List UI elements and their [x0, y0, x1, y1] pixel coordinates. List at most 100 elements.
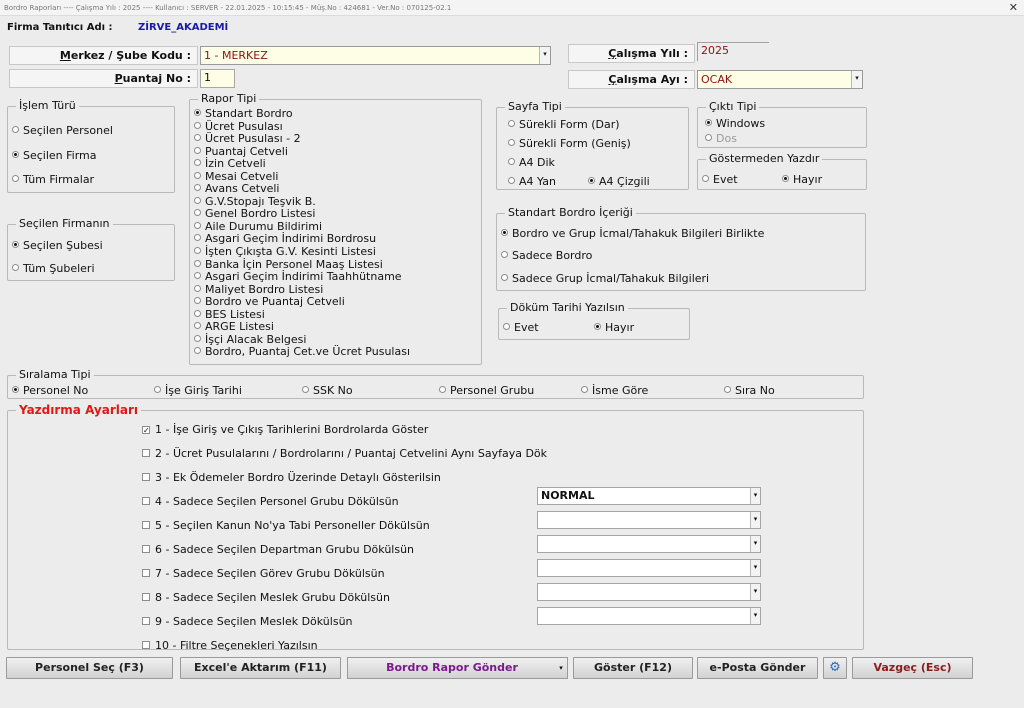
radio-dot-icon — [194, 322, 201, 330]
radio-evet[interactable]: Evet — [702, 173, 738, 186]
radio-bordro-ve-grup-iicmal-tahakuk-bilgileri-birlikte[interactable]: Bordro ve Grup İcmal/Tahakuk Bilgileri B… — [501, 227, 764, 240]
chevron-down-icon[interactable]: ▾ — [556, 658, 566, 678]
siralama-legend: Sıralama Tipi — [16, 368, 94, 381]
radio-dot-icon — [724, 386, 731, 393]
merkez-label: Merkez / Şube Kodu : — [9, 46, 198, 65]
radio-evet[interactable]: Evet — [503, 321, 539, 334]
personel-sec-button[interactable]: Personel Seç (F3) — [6, 657, 173, 679]
checkbox-icon[interactable] — [142, 593, 150, 601]
yazdirma-option-7[interactable]: 7 - Sadece Seçilen Görev Grubu Dökülsün — [142, 567, 385, 580]
radio-secilen-subesi[interactable]: Seçilen Şubesi — [12, 239, 103, 252]
radio-tum-firmalar[interactable]: Tüm Firmalar — [12, 173, 94, 186]
chevron-down-icon[interactable]: ▾ — [851, 71, 862, 88]
checkbox-icon[interactable] — [142, 449, 150, 457]
radio-secilen-firma[interactable]: Seçilen Firma — [12, 149, 97, 162]
settings-gear-icon[interactable]: ⚙ — [823, 657, 847, 679]
rapor-tipi-label: Aile Durumu Bildirimi — [205, 219, 323, 233]
radio-a4-cizgili[interactable]: A4 Çizgili — [588, 175, 650, 188]
radio-label: Tüm Şubeleri — [23, 262, 95, 275]
puantaj-input[interactable]: 1 — [200, 69, 235, 88]
yazdirma-dropdown-7[interactable]: ▾ — [537, 559, 761, 577]
merkez-combo[interactable]: 1 - MERKEZ ▾ — [200, 46, 551, 65]
radio-label: Sıra No — [735, 384, 775, 397]
chevron-down-icon[interactable]: ▾ — [750, 608, 760, 624]
radio-dot-icon — [194, 284, 201, 292]
cikti-tipi-legend: Çıktı Tipi — [706, 100, 760, 113]
radio-ssk-no[interactable]: SSK No — [302, 384, 353, 397]
radio-windows[interactable]: Windows — [705, 117, 765, 130]
chevron-down-icon[interactable]: ▾ — [750, 536, 760, 552]
secilen-firmanin-legend: Seçilen Firmanın — [16, 217, 113, 230]
yazdirma-dropdown-5[interactable]: ▾ — [537, 511, 761, 529]
radio-dot-icon — [705, 134, 712, 141]
radio-dot-icon — [194, 347, 201, 355]
checkbox-icon[interactable] — [142, 641, 150, 649]
checkbox-icon[interactable] — [142, 497, 150, 505]
yazdirma-dropdown-4[interactable]: NORMAL ▾ — [537, 487, 761, 505]
radio-dot-icon — [194, 109, 201, 116]
yazdirma-option-2[interactable]: 2 - Ücret Pusulalarını / Bordrolarını / … — [142, 447, 547, 460]
checkbox-icon[interactable] — [142, 545, 150, 553]
yazdirma-option-1[interactable]: ✓ 1 - İşe Giriş ve Çıkış Tarihlerini Bord… — [142, 423, 428, 436]
yazdirma-option-10[interactable]: 10 - Filtre Seçenekleri Yazılsın — [142, 639, 318, 652]
radio-iise-giris-tarihi[interactable]: İşe Giriş Tarihi — [154, 384, 242, 397]
checkbox-icon[interactable] — [142, 617, 150, 625]
radio-dot-icon — [194, 234, 201, 242]
radio-sira-no[interactable]: Sıra No — [724, 384, 775, 397]
excel-aktarim-button[interactable]: Excel'e Aktarım (F11) — [180, 657, 341, 679]
yazdirma-dropdown-6[interactable]: ▾ — [537, 535, 761, 553]
yazdirma-option-6[interactable]: 6 - Sadece Seçilen Departman Grubu Dökül… — [142, 543, 414, 556]
radio-dot-icon — [705, 119, 712, 126]
yazdirma-option-9[interactable]: 9 - Sadece Seçilen Meslek Dökülsün — [142, 615, 353, 628]
radio-sadece-grup-iicmal-tahakuk-bilgileri[interactable]: Sadece Grup İcmal/Tahakuk Bilgileri — [501, 272, 709, 285]
radio-a4-yan[interactable]: A4 Yan — [508, 175, 556, 188]
yazdirma-option-label: 6 - Sadece Seçilen Departman Grubu Dökül… — [155, 543, 415, 556]
yazdirma-option-8[interactable]: 8 - Sadece Seçilen Meslek Grubu Dökülsün — [142, 591, 390, 604]
chevron-down-icon[interactable]: ▾ — [539, 47, 550, 64]
yazdirma-dropdown-8[interactable]: ▾ — [537, 583, 761, 601]
radio-hayir[interactable]: Hayır — [782, 173, 822, 186]
gostermeden-group: Göstermeden Yazdır Evet Hayır — [697, 152, 867, 190]
radio-tum-subeleri[interactable]: Tüm Şubeleri — [12, 262, 95, 275]
radio-label: Hayır — [605, 321, 635, 334]
calisma-yili-value[interactable]: 2025 — [697, 42, 769, 61]
calisma-ayi-combo[interactable]: OCAK ▾ — [697, 70, 863, 89]
close-icon[interactable]: ✕ — [1009, 1, 1018, 14]
rapor-tipi-label: Bordro ve Puantaj Cetveli — [205, 295, 345, 309]
rapor-tipi-legend: Rapor Tipi — [198, 92, 260, 105]
window-title: Bordro Raporları ---- Çalışma Yılı : 202… — [4, 4, 452, 12]
radio-a4-dik[interactable]: A4 Dik — [508, 156, 555, 169]
bordro-gonder-combo[interactable]: Bordro Rapor Gönder ▾ — [347, 657, 568, 679]
chevron-down-icon[interactable]: ▾ — [750, 560, 760, 576]
checkbox-icon[interactable] — [142, 569, 150, 577]
checkbox-checked-icon[interactable]: ✓ — [142, 426, 150, 435]
radio-secilen-personel[interactable]: Seçilen Personel — [12, 124, 113, 137]
checkbox-icon[interactable] — [142, 521, 150, 529]
chevron-down-icon[interactable]: ▾ — [750, 512, 760, 528]
eposta-gonder-button[interactable]: e-Posta Gönder — [697, 657, 818, 679]
cikti-tipi-group: Çıktı Tipi Windows Dos — [697, 100, 867, 148]
radio-sadece-bordro[interactable]: Sadece Bordro — [501, 249, 592, 262]
rapor-tipi-label: Mesai Cetveli — [205, 169, 279, 183]
radio-iisme-gore[interactable]: İsme Göre — [581, 384, 648, 397]
rapor-tipi-label: BES Listesi — [205, 307, 265, 321]
goster-button[interactable]: Göster (F12) — [573, 657, 693, 679]
yazdirma-option-5[interactable]: 5 - Seçilen Kanun No'ya Tabi Personeller… — [142, 519, 430, 532]
radio-label: Personel No — [23, 384, 89, 397]
radio-surekli-form-genis[interactable]: Sürekli Form (Geniş) — [508, 137, 631, 150]
checkbox-icon[interactable] — [142, 473, 150, 481]
vazgec-button[interactable]: Vazgeç (Esc) — [852, 657, 973, 679]
radio-dot-icon — [508, 177, 515, 184]
yazdirma-option-4[interactable]: 4 - Sadece Seçilen Personel Grubu Döküls… — [142, 495, 399, 508]
chevron-down-icon[interactable]: ▾ — [750, 488, 760, 504]
radio-surekli-form-dar[interactable]: Sürekli Form (Dar) — [508, 118, 620, 131]
rapor-tipi-item[interactable]: Bordro, Puantaj Cet.ve Ücret Pusulası — [194, 346, 410, 359]
yazdirma-dropdown-9[interactable]: ▾ — [537, 607, 761, 625]
radio-hayir[interactable]: Hayır — [594, 321, 634, 334]
radio-dot-icon — [194, 209, 201, 217]
radio-personel-no[interactable]: Personel No — [12, 384, 88, 397]
dropdown-value: NORMAL — [541, 489, 595, 502]
chevron-down-icon[interactable]: ▾ — [750, 584, 760, 600]
yazdirma-option-3[interactable]: 3 - Ek Ödemeler Bordro Üzerinde Detaylı … — [142, 471, 441, 484]
radio-personel-grubu[interactable]: Personel Grubu — [439, 384, 534, 397]
